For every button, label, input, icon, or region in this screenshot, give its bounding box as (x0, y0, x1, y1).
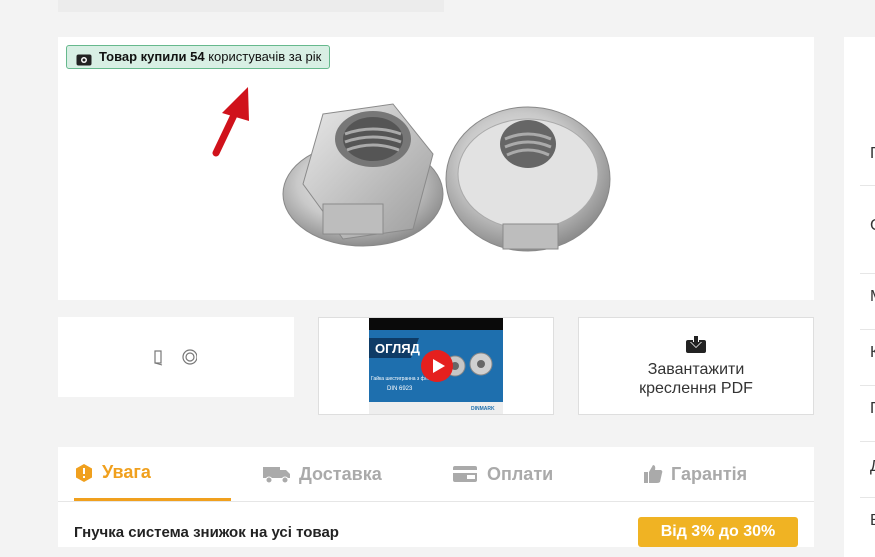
tab-delivery-label: Доставка (299, 463, 382, 484)
badge-rest-text: користувачів за рік (204, 49, 322, 64)
right-side-panel: Г С М К Г Д В (844, 37, 875, 557)
pdf-label-line1: Завантажити (647, 361, 745, 378)
product-image[interactable] (273, 94, 613, 254)
thumbs-up-icon (643, 464, 663, 484)
truck-icon (263, 464, 291, 484)
red-arrow-annotation (212, 87, 249, 157)
eye-icon (76, 51, 92, 73)
tab-warranty[interactable]: Гарантія (643, 447, 747, 501)
tabs-divider (58, 501, 814, 502)
divider (860, 329, 875, 330)
video-overlay-title: ОГЛЯД (375, 341, 421, 356)
divider (860, 185, 875, 186)
right-panel-item-6[interactable]: Д (870, 458, 875, 476)
top-strip (58, 0, 444, 12)
alert-icon (74, 463, 94, 483)
discount-badge: Від 3% до 30% (638, 517, 798, 547)
divider (860, 441, 875, 442)
right-panel-item-5[interactable]: Г (870, 400, 875, 418)
nut-thumbnail[interactable] (153, 349, 197, 367)
tab-attention[interactable]: Увага (74, 447, 231, 501)
right-panel-item-1[interactable]: Г (870, 145, 875, 163)
play-button-icon[interactable] (420, 349, 454, 383)
right-panel-item-2[interactable]: С (870, 217, 875, 235)
tab-payments-label: Оплати (487, 463, 554, 484)
tab-warranty-label: Гарантія (671, 463, 748, 484)
thumbnail-card[interactable] (58, 317, 294, 397)
right-panel-item-7[interactable]: В (870, 512, 875, 530)
tab-delivery[interactable]: Доставка (263, 447, 382, 501)
tab-attention-label: Увага (102, 462, 151, 482)
badge-bold-text: Товар купили 54 (99, 49, 205, 64)
video-standard: DIN 6923 (387, 386, 413, 392)
divider (860, 497, 875, 498)
video-thumbnail[interactable]: ОГЛЯД Гайка шестигранна з фл... DIN 6923… (369, 318, 503, 414)
purchases-badge: Товар купили 54 користувачів за рік (66, 45, 331, 69)
wallet-icon (453, 464, 479, 484)
pdf-label: Завантажити креслення PDF (579, 360, 813, 398)
video-preview-card[interactable]: ОГЛЯД Гайка шестигранна з фл... DIN 6923… (318, 317, 554, 415)
tab-payments[interactable]: Оплати (453, 447, 553, 501)
right-panel-item-3[interactable]: М (870, 288, 875, 306)
video-brand: DINMARK (471, 406, 495, 412)
download-icon (686, 334, 706, 353)
right-panel-item-4[interactable]: К (870, 344, 875, 362)
divider (860, 273, 875, 274)
download-pdf-card[interactable]: Завантажити креслення PDF (578, 317, 814, 415)
product-gallery[interactable]: Товар купили 54 користувачів за рік (58, 37, 814, 300)
info-tabs-card: Увага Доставка Оплати Гарантія Гнучка си… (58, 447, 814, 547)
discount-text: Гнучка система знижок на усі товар (74, 524, 339, 541)
pdf-label-line2: креслення PDF (639, 380, 753, 397)
divider (860, 385, 875, 386)
